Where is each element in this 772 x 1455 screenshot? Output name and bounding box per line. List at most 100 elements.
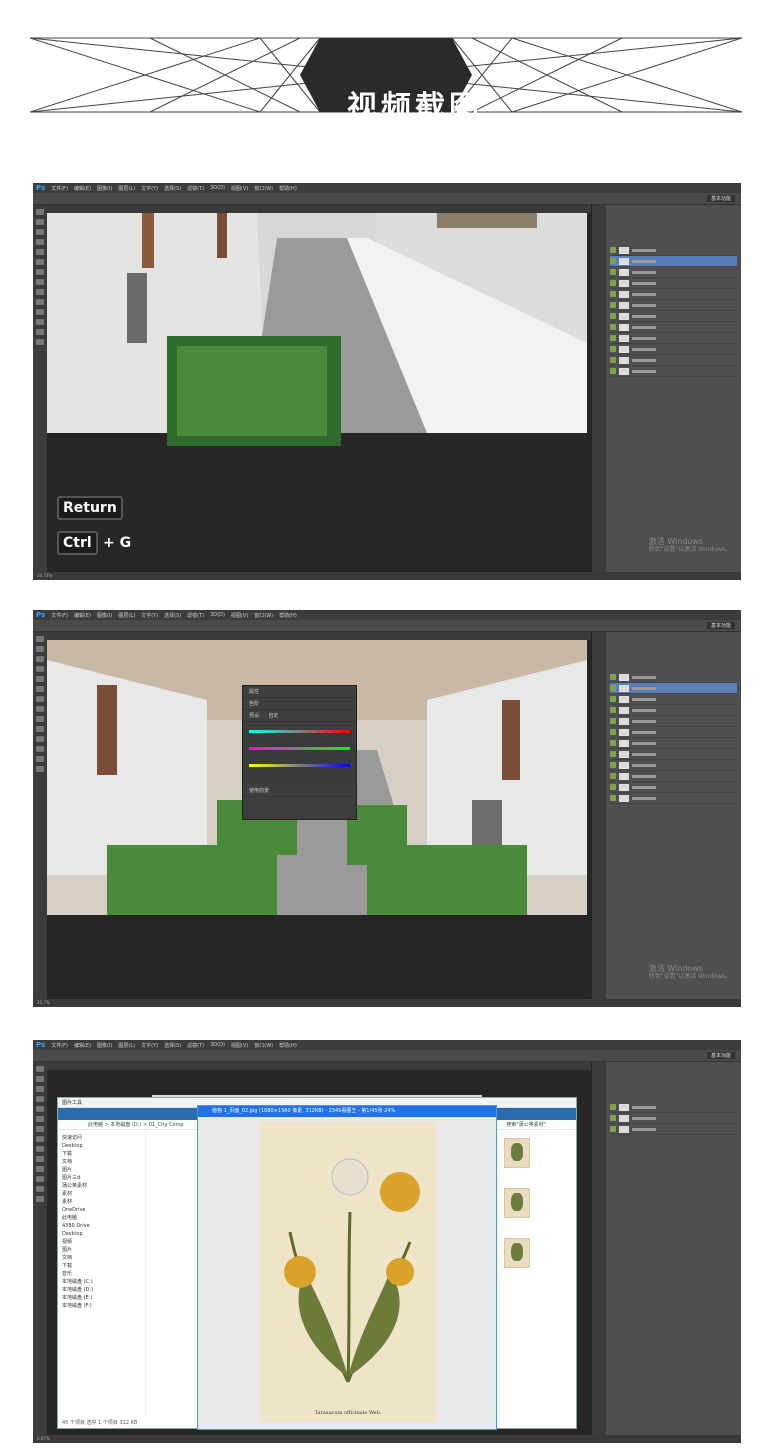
layer-row[interactable] [610, 793, 737, 804]
document-tabs[interactable] [47, 632, 611, 640]
visibility-icon[interactable] [610, 685, 616, 691]
eraser-tool-icon[interactable] [36, 289, 44, 295]
menu-file[interactable]: 文件(F) [51, 185, 68, 192]
visibility-icon[interactable] [610, 773, 616, 779]
nav-item[interactable]: 本地磁盘 (E:) [62, 1294, 141, 1302]
workspace-switcher[interactable]: 基本功能 [706, 1052, 735, 1059]
menu-help[interactable]: 帮助(H) [279, 612, 297, 619]
menu-select[interactable]: 选择(S) [164, 185, 181, 192]
visibility-icon[interactable] [610, 1126, 616, 1132]
layer-row[interactable] [610, 694, 737, 705]
lasso-tool-icon[interactable] [36, 1086, 44, 1092]
zoom-tool-icon[interactable] [36, 1196, 44, 1202]
menu-view[interactable]: 视图(V) [231, 185, 248, 192]
visibility-icon[interactable] [610, 346, 616, 352]
visibility-icon[interactable] [610, 302, 616, 308]
move-tool-icon[interactable] [36, 209, 44, 215]
crop-tool-icon[interactable] [36, 1106, 44, 1112]
menu-help[interactable]: 帮助(H) [279, 185, 297, 192]
nav-item[interactable]: 文档 [62, 1254, 141, 1262]
nav-item[interactable]: 下载 [62, 1150, 141, 1158]
visibility-icon[interactable] [610, 696, 616, 702]
levels-sliders[interactable] [243, 730, 356, 785]
nav-item[interactable]: 素材 [62, 1198, 141, 1206]
layer-row[interactable] [610, 738, 737, 749]
menu-window[interactable]: 窗口(W) [254, 185, 273, 192]
menu-layer[interactable]: 图层(L) [118, 1042, 135, 1049]
file-thumbnail[interactable] [504, 1188, 530, 1218]
eraser-tool-icon[interactable] [36, 716, 44, 722]
layer-row[interactable] [610, 355, 737, 366]
menu-filter[interactable]: 滤镜(T) [187, 185, 204, 192]
layer-row-selected[interactable] [610, 256, 737, 267]
menu-type[interactable]: 文字(Y) [141, 185, 158, 192]
hand-tool-icon[interactable] [36, 329, 44, 335]
visibility-icon[interactable] [610, 269, 616, 275]
layer-row[interactable] [610, 278, 737, 289]
brush-tool-icon[interactable] [36, 696, 44, 702]
layer-row[interactable] [610, 716, 737, 727]
hand-tool-icon[interactable] [36, 756, 44, 762]
stamp-tool-icon[interactable] [36, 1136, 44, 1142]
menu-window[interactable]: 窗口(W) [254, 612, 273, 619]
visibility-icon[interactable] [610, 751, 616, 757]
type-tool-icon[interactable] [36, 1176, 44, 1182]
canvas[interactable]: Return Ctrl + G [47, 213, 591, 572]
menu-file[interactable]: 文件(F) [51, 612, 68, 619]
menu-edit[interactable]: 编辑(E) [74, 612, 91, 619]
visibility-icon[interactable] [610, 335, 616, 341]
file-thumbnail[interactable] [504, 1138, 530, 1168]
eyedropper-tool-icon[interactable] [36, 686, 44, 692]
canvas[interactable]: 属性 色阶 预设: 自定 使用前景 [47, 640, 591, 999]
visibility-icon[interactable] [610, 740, 616, 746]
layer-row[interactable] [610, 333, 737, 344]
layer-row[interactable] [610, 727, 737, 738]
pen-tool-icon[interactable] [36, 1166, 44, 1172]
workspace-switcher[interactable]: 基本功能 [706, 195, 735, 202]
wand-tool-icon[interactable] [36, 1096, 44, 1102]
nav-item[interactable]: 4380 Drive [62, 1222, 141, 1230]
brush-tool-icon[interactable] [36, 269, 44, 275]
layer-row[interactable] [610, 289, 737, 300]
visibility-icon[interactable] [610, 291, 616, 297]
properties-dialog[interactable]: 属性 色阶 预设: 自定 使用前景 [242, 685, 357, 820]
lasso-tool-icon[interactable] [36, 229, 44, 235]
menu-filter[interactable]: 滤镜(T) [187, 1042, 204, 1049]
visibility-icon[interactable] [610, 324, 616, 330]
preset-value[interactable]: 自定 [268, 713, 278, 719]
dialog-preset[interactable]: 预设: 自定 [243, 710, 356, 722]
eraser-tool-icon[interactable] [36, 1146, 44, 1152]
nav-item[interactable]: OneDrive [62, 1206, 141, 1214]
slider-green[interactable] [249, 747, 350, 750]
menu-select[interactable]: 选择(S) [164, 612, 181, 619]
layer-row[interactable] [610, 782, 737, 793]
nav-item[interactable]: 音乐 [62, 1270, 141, 1278]
visibility-icon[interactable] [610, 1115, 616, 1121]
nav-item[interactable]: Desktop [62, 1142, 141, 1150]
menu-view[interactable]: 视图(V) [231, 1042, 248, 1049]
layer-row[interactable] [610, 311, 737, 322]
layer-row[interactable] [610, 1102, 737, 1113]
nav-item[interactable]: 素材 [62, 1190, 141, 1198]
visibility-icon[interactable] [610, 707, 616, 713]
visibility-icon[interactable] [610, 718, 616, 724]
nav-item[interactable]: 本地磁盘 (C:) [62, 1278, 141, 1286]
dialog-tab-levels[interactable]: 色阶 [243, 698, 356, 710]
canvas[interactable]: 图片工具 此电脑 > 本地磁盘 (D:) > 01_City Comp 搜索"蒲… [47, 1070, 591, 1435]
visibility-icon[interactable] [610, 674, 616, 680]
pen-tool-icon[interactable] [36, 309, 44, 315]
nav-item[interactable]: 此电脑 [62, 1214, 141, 1222]
nav-item[interactable]: 本地磁盘 (F:) [62, 1302, 141, 1310]
marquee-tool-icon[interactable] [36, 646, 44, 652]
layer-row[interactable] [610, 672, 737, 683]
document-tabs[interactable] [47, 205, 611, 213]
visibility-icon[interactable] [610, 280, 616, 286]
layer-row[interactable] [610, 749, 737, 760]
crop-tool-icon[interactable] [36, 249, 44, 255]
visibility-icon[interactable] [610, 247, 616, 253]
nav-item[interactable]: 图片 [62, 1246, 141, 1254]
image-viewer-window[interactable]: 植物 1_页面_02.jpg (1080×1560 像素, 312KB) - 2… [197, 1105, 497, 1430]
layer-row[interactable] [610, 300, 737, 311]
document-tabs[interactable] [47, 1062, 611, 1070]
menu-edit[interactable]: 编辑(E) [74, 185, 91, 192]
